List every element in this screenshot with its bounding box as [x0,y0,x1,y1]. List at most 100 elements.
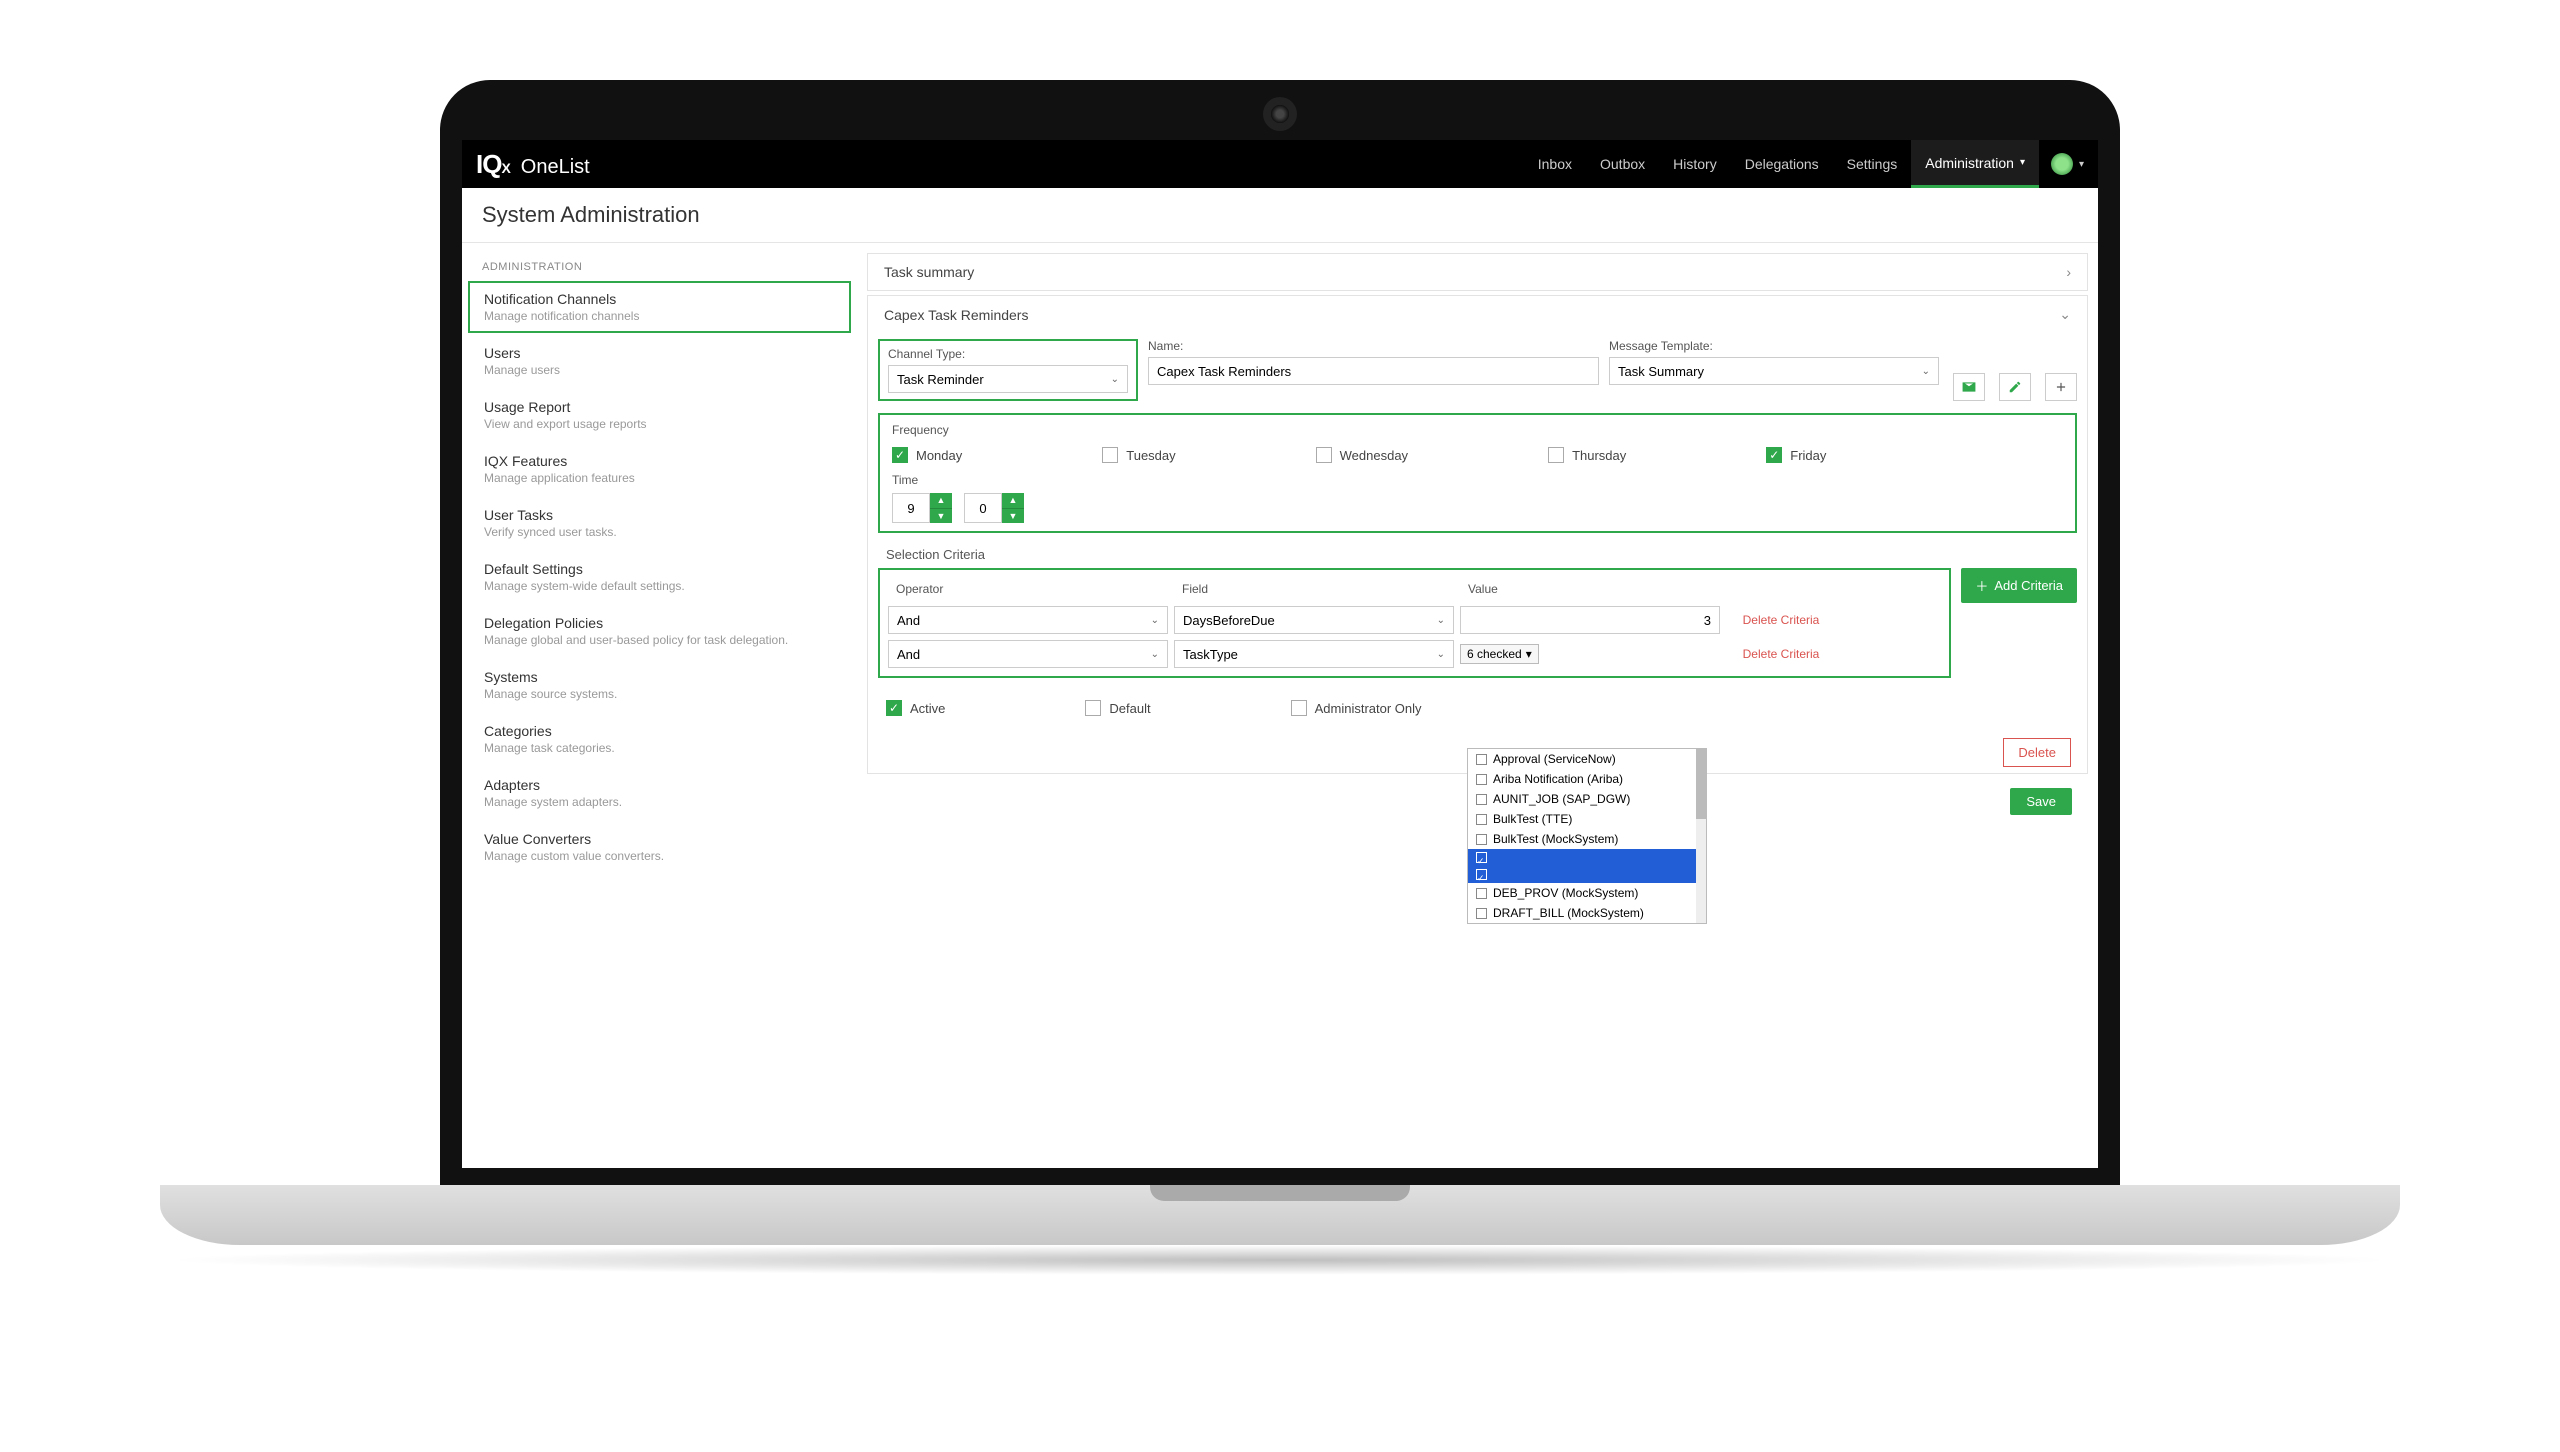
brand-iq: IQ [476,149,501,180]
sidebar-item-categories[interactable]: Categories Manage task categories. [468,713,851,765]
sidebar-item-user-tasks[interactable]: User Tasks Verify synced user tasks. [468,497,851,549]
edit-icon-button[interactable] [1999,373,2031,401]
email-icon-button[interactable] [1953,373,1985,401]
delete-criteria-1[interactable]: Delete Criteria [1726,647,1836,661]
day-wednesday[interactable]: Wednesday [1316,447,1408,463]
tasktype-option[interactable]: BulkTest (MockSystem) [1468,829,1706,849]
panel-task-summary-head[interactable]: Task summary › [868,254,2087,290]
chevron-down-icon: ⌄ [2059,306,2071,323]
toggle-default[interactable]: Default [1085,700,1150,716]
add-icon-button[interactable] [2045,373,2077,401]
tasktype-option[interactable]: AUNIT_JOB (SAP_DGW) [1468,789,1706,809]
field-select-1[interactable]: TaskType⌄ [1174,640,1454,668]
checkbox-icon [1316,447,1332,463]
tasktype-option[interactable]: BulkTest (TTE) [1468,809,1706,829]
sidebar-item-users[interactable]: Users Manage users [468,335,851,387]
tasktype-option[interactable]: DRAFT_BILL (MockSystem) [1468,903,1706,923]
sidebar-item-default-settings[interactable]: Default Settings Manage system-wide defa… [468,551,851,603]
frequency-box: Frequency Monday Tuesday [878,413,2077,533]
time-row: ▲ ▼ ▲ ▼ [892,493,2063,523]
tasktype-option[interactable]: DEB_PROV (MockSystem) [1468,883,1706,903]
avatar-chevron-down-icon[interactable]: ▾ [2079,159,2084,170]
avatar[interactable] [2051,153,2073,175]
day-friday[interactable]: Friday [1766,447,1826,463]
checkbox-icon [1548,447,1564,463]
nav-outbox[interactable]: Outbox [1586,140,1659,188]
chevron-down-icon: ⌄ [1922,366,1930,377]
minute-down-icon[interactable]: ▼ [1002,508,1024,524]
laptop-camera-icon [1271,105,1289,123]
day-monday[interactable]: Monday [892,447,962,463]
sidebar-item-value-converters[interactable]: Value Converters Manage custom value con… [468,821,851,873]
day-thursday[interactable]: Thursday [1548,447,1626,463]
dropdown-scrollbar[interactable] [1696,749,1706,923]
sidebar-item-systems[interactable]: Systems Manage source systems. [468,659,851,711]
selection-criteria-label: Selection Criteria [868,539,2087,562]
brand-logo[interactable]: IQ X OneList [476,149,590,180]
checkbox-icon [1291,700,1307,716]
sidebar-item-usage-report[interactable]: Usage Report View and export usage repor… [468,389,851,441]
plus-icon [2054,380,2068,394]
add-criteria-button[interactable]: ＋ Add Criteria [1961,568,2077,603]
hour-stepper: ▲ ▼ [892,493,952,523]
value-input-0[interactable]: 3 [1460,606,1720,634]
panel-capex: Capex Task Reminders ⌄ Channel Type: Tas… [867,295,2088,774]
capex-form-row: Channel Type: Task Reminder ⌄ Name: Cape… [868,333,2087,407]
col-operator: Operator [888,578,1168,600]
page-header: System Administration [462,188,2098,243]
caret-down-icon: ▾ [1526,647,1532,661]
tasktype-option-selected[interactable] [1468,866,1706,883]
email-icon [1962,380,1976,394]
chevron-down-icon: ▾ [2020,157,2025,168]
brand-x: X [501,160,510,176]
operator-select-0[interactable]: And⌄ [888,606,1168,634]
chevron-down-icon: ⌄ [1111,374,1119,385]
hour-down-icon[interactable]: ▼ [930,508,952,524]
chevron-down-icon: ⌄ [1437,649,1445,660]
sidebar-item-notification-channels[interactable]: Notification Channels Manage notificatio… [468,281,851,333]
sidebar: ADMINISTRATION Notification Channels Man… [462,243,857,1168]
panel-capex-head[interactable]: Capex Task Reminders ⌄ [868,296,2087,333]
toggle-active[interactable]: Active [886,700,945,716]
sidebar-item-adapters[interactable]: Adapters Manage system adapters. [468,767,851,819]
value-multiselect-1[interactable]: 6 checked ▾ [1460,644,1720,664]
sidebar-item-sub: Manage notification channels [484,309,835,323]
frequency-days: Monday Tuesday Wednesday [892,447,2063,463]
toggles-row: Active Default Administrator Only [868,684,2087,732]
sidebar-item-delegation-policies[interactable]: Delegation Policies Manage global and us… [468,605,851,657]
nav-administration[interactable]: Administration ▾ [1911,140,2039,188]
tasktype-option[interactable]: Ariba Notification (Ariba) [1468,769,1706,789]
nav-history[interactable]: History [1659,140,1731,188]
nav-inbox[interactable]: Inbox [1524,140,1586,188]
channel-type-select[interactable]: Task Reminder ⌄ [888,365,1128,393]
operator-select-1[interactable]: And⌄ [888,640,1168,668]
tasktype-dropdown[interactable]: Approval (ServiceNow) Ariba Notification… [1467,748,1707,924]
nav-items: Inbox Outbox History Delegations Setting… [1524,140,2084,188]
hour-input[interactable] [892,493,930,523]
checkbox-icon [892,447,908,463]
save-button[interactable]: Save [2010,788,2072,815]
page-title: System Administration [482,202,2078,228]
tasktype-option[interactable]: Approval (ServiceNow) [1468,749,1706,769]
day-tuesday[interactable]: Tuesday [1102,447,1175,463]
chevron-down-icon: ⌄ [1151,649,1159,660]
sidebar-item-iqx-features[interactable]: IQX Features Manage application features [468,443,851,495]
delete-button[interactable]: Delete [2003,738,2071,767]
name-input[interactable]: Capex Task Reminders [1148,357,1599,385]
msg-value: Task Summary [1618,364,1704,379]
plus-icon: ＋ [1975,576,1988,595]
delete-criteria-0[interactable]: Delete Criteria [1726,613,1836,627]
hour-up-icon[interactable]: ▲ [930,493,952,508]
tasktype-option-selected[interactable] [1468,849,1706,866]
channel-type-label: Channel Type: [888,347,1128,361]
nav-settings[interactable]: Settings [1833,140,1912,188]
toggle-admin-only[interactable]: Administrator Only [1291,700,1422,716]
main: Task summary › Capex Task Reminders ⌄ [857,243,2098,1168]
msg-template-group: Message Template: Task Summary ⌄ [1609,339,1939,401]
nav-delegations[interactable]: Delegations [1731,140,1833,188]
msg-template-select[interactable]: Task Summary ⌄ [1609,357,1939,385]
minute-up-icon[interactable]: ▲ [1002,493,1024,508]
channel-type-value: Task Reminder [897,372,984,387]
minute-input[interactable] [964,493,1002,523]
field-select-0[interactable]: DaysBeforeDue⌄ [1174,606,1454,634]
